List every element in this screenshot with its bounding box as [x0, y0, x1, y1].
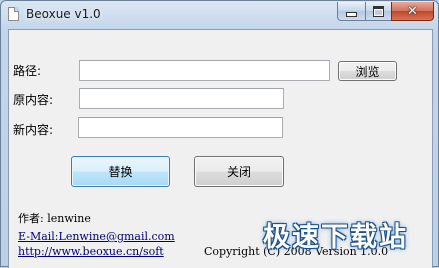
minimize-icon: [346, 11, 357, 17]
title-bar[interactable]: Beoxue v1.0 ✕: [1, 1, 438, 29]
old-content-label: 原内容:: [13, 93, 54, 107]
website-link[interactable]: http://www.beoxue.cn/soft: [18, 245, 164, 258]
application-window: Beoxue v1.0 ✕ 路径: 浏览 原内容: 新内容: 替换 关闭 作者:…: [0, 0, 439, 268]
replace-button[interactable]: 替换: [71, 156, 170, 187]
window-title: Beoxue v1.0: [26, 7, 101, 21]
maximize-icon: [373, 5, 384, 17]
close-icon: ✕: [407, 3, 418, 19]
new-content-input[interactable]: [78, 117, 283, 138]
path-input[interactable]: [79, 60, 330, 81]
close-window-button[interactable]: ✕: [391, 2, 434, 21]
browse-button[interactable]: 浏览: [338, 61, 397, 81]
watermark: 极速下载站: [263, 222, 408, 253]
document-icon: [8, 7, 19, 21]
author-text: 作者: lenwine: [18, 212, 91, 225]
minimize-button[interactable]: [337, 2, 366, 21]
old-content-input[interactable]: [79, 88, 284, 109]
new-content-label: 新内容:: [13, 123, 54, 137]
close-button[interactable]: 关闭: [194, 156, 284, 187]
email-link[interactable]: E-Mail:Lenwine@gmail.com: [18, 230, 175, 243]
path-label: 路径:: [13, 64, 42, 78]
maximize-button[interactable]: [365, 2, 392, 21]
